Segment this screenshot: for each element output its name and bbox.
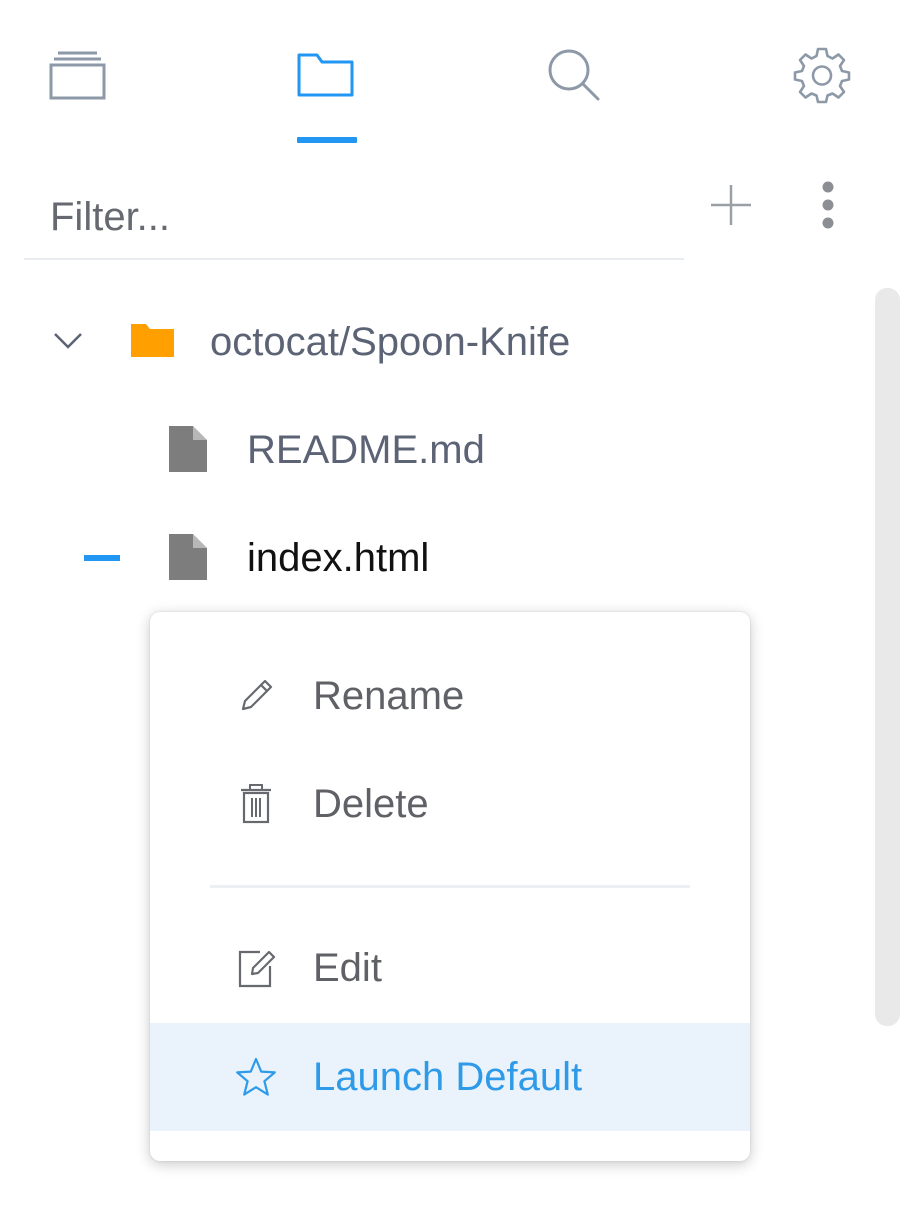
context-menu: Rename Delete Edit Launch Default (150, 612, 750, 1161)
chevron-down-icon[interactable] (53, 332, 83, 350)
file-icon (169, 426, 207, 472)
more-options-button[interactable] (808, 178, 848, 232)
add-button[interactable] (706, 180, 756, 230)
menu-item-edit[interactable]: Edit (150, 914, 750, 1022)
tab-windows[interactable] (43, 40, 113, 110)
edit-square-icon (234, 946, 278, 990)
tab-settings[interactable] (787, 40, 857, 110)
folder-icon (297, 53, 354, 97)
file-icon (169, 534, 207, 580)
search-icon (548, 49, 600, 101)
star-icon (234, 1055, 278, 1099)
scrollbar[interactable] (875, 288, 900, 1026)
menu-item-label: Delete (313, 782, 429, 826)
trash-icon (234, 782, 278, 826)
pencil-icon (234, 674, 278, 718)
windows-stack-icon (49, 51, 106, 100)
tree-file-label: index.html (247, 536, 430, 580)
tree-file-row[interactable]: README.md (0, 404, 860, 494)
folder-icon (131, 324, 174, 357)
menu-item-label: Launch Default (313, 1055, 583, 1099)
selected-indicator (84, 555, 120, 561)
menu-item-label: Edit (313, 946, 382, 990)
more-vertical-icon (822, 181, 834, 229)
tree-folder-label: octocat/Spoon-Knife (210, 320, 571, 364)
menu-divider (210, 885, 690, 888)
tree-file-row[interactable]: index.html (0, 512, 860, 602)
menu-item-delete[interactable]: Delete (150, 750, 750, 858)
menu-item-rename[interactable]: Rename (150, 642, 750, 750)
active-tab-indicator (297, 137, 357, 143)
filter-input[interactable] (24, 176, 684, 260)
tab-files[interactable] (291, 40, 361, 110)
menu-item-launch-default[interactable]: Launch Default (150, 1023, 750, 1131)
tree-file-label: README.md (247, 428, 485, 472)
tab-search[interactable] (539, 40, 609, 110)
gear-icon (793, 47, 851, 104)
plus-icon (711, 185, 751, 225)
menu-item-label: Rename (313, 674, 465, 718)
tree-folder-row[interactable]: octocat/Spoon-Knife (0, 296, 860, 386)
